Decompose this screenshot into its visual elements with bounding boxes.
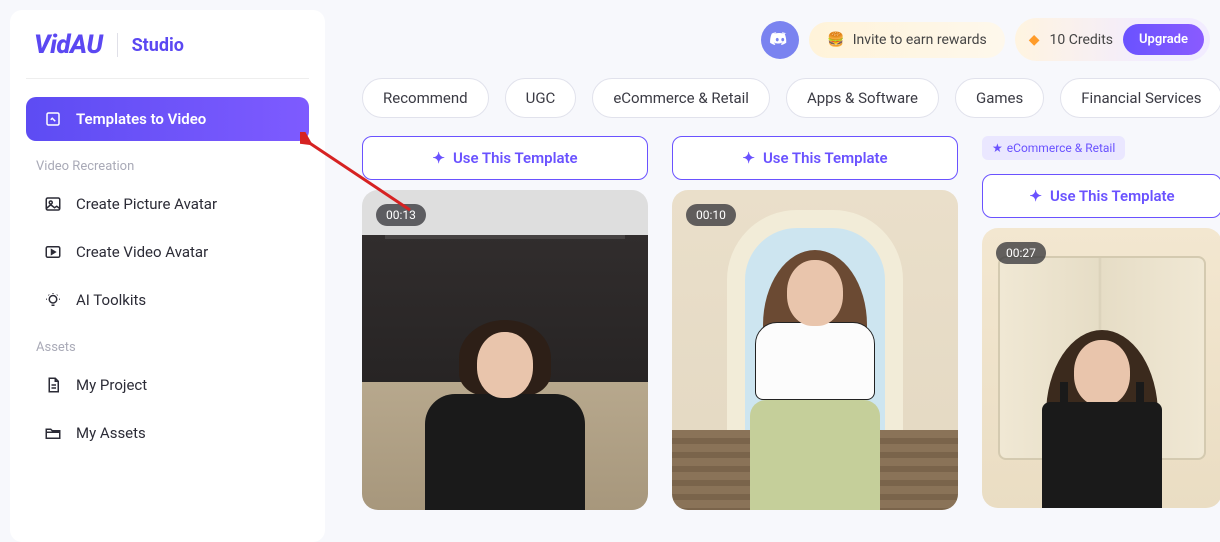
tab-apps-software[interactable]: Apps & Software <box>786 78 939 118</box>
divider <box>117 33 118 57</box>
invite-button[interactable]: 🍔 Invite to earn rewards <box>809 22 1004 58</box>
templates-row: ✦ Use This Template 00:13 ✦ Use This Tem… <box>362 136 1220 510</box>
logo-row[interactable]: VidAU Studio <box>26 30 309 79</box>
nav-label: Templates to Video <box>76 110 206 128</box>
brand-sub: Studio <box>132 35 184 56</box>
video-icon <box>44 243 62 261</box>
nav-label: My Project <box>76 376 147 394</box>
topbar: 🍔 Invite to earn rewards ◆ 10 Credits Up… <box>761 18 1210 61</box>
video-thumbnail[interactable]: 00:13 <box>362 190 648 510</box>
diamond-icon: ◆ <box>1029 32 1040 48</box>
nav-label: AI Toolkits <box>76 291 146 309</box>
discord-button[interactable] <box>761 21 799 59</box>
picture-icon <box>44 195 62 213</box>
credits-pill[interactable]: ◆ 10 Credits Upgrade <box>1015 18 1210 61</box>
category-tabs: Recommend UGC eCommerce & Retail Apps & … <box>362 78 1220 118</box>
category-tag[interactable]: ★ eCommerce & Retail <box>982 136 1125 160</box>
use-template-button[interactable]: ✦ Use This Template <box>982 174 1220 218</box>
credits-label: 10 Credits <box>1050 32 1113 48</box>
use-label: Use This Template <box>763 149 888 167</box>
video-thumbnail[interactable]: 00:10 <box>672 190 958 510</box>
sparkle-icon: ✦ <box>432 149 445 167</box>
nav-label: Create Picture Avatar <box>76 195 217 213</box>
lightbulb-icon <box>44 291 62 309</box>
nav-templates-to-video[interactable]: Templates to Video <box>26 97 309 141</box>
duration-badge: 00:10 <box>686 204 736 226</box>
sparkle-icon: ✦ <box>1029 187 1042 205</box>
discord-icon <box>769 29 791 51</box>
section-video-recreation: Video Recreation <box>26 145 309 182</box>
use-label: Use This Template <box>1050 187 1175 205</box>
upgrade-button[interactable]: Upgrade <box>1123 24 1204 55</box>
nav-create-video-avatar[interactable]: Create Video Avatar <box>26 230 309 274</box>
duration-badge: 00:13 <box>376 204 426 226</box>
file-icon <box>44 376 62 394</box>
tab-ecommerce[interactable]: eCommerce & Retail <box>592 78 770 118</box>
sparkle-icon: ✦ <box>742 149 755 167</box>
video-thumbnail[interactable]: 00:27 <box>982 228 1220 508</box>
template-card-3: ★ eCommerce & Retail ✦ Use This Template… <box>982 136 1220 510</box>
tab-financial[interactable]: Financial Services <box>1060 78 1220 118</box>
use-template-button[interactable]: ✦ Use This Template <box>362 136 648 180</box>
nav-create-picture-avatar[interactable]: Create Picture Avatar <box>26 182 309 226</box>
nav-ai-toolkits[interactable]: AI Toolkits <box>26 278 309 322</box>
main-area: 🍔 Invite to earn rewards ◆ 10 Credits Up… <box>340 0 1220 542</box>
use-template-button[interactable]: ✦ Use This Template <box>672 136 958 180</box>
section-assets: Assets <box>26 326 309 363</box>
use-label: Use This Template <box>453 149 578 167</box>
folder-icon <box>44 424 62 442</box>
nav-my-assets[interactable]: My Assets <box>26 411 309 455</box>
coins-icon: 🍔 <box>827 32 844 48</box>
tab-ugc[interactable]: UGC <box>505 78 577 118</box>
star-icon: ★ <box>992 141 1003 155</box>
tab-games[interactable]: Games <box>955 78 1044 118</box>
brand-logo: VidAU <box>34 30 103 60</box>
invite-label: Invite to earn rewards <box>853 32 987 48</box>
sidebar: VidAU Studio Templates to Video Video Re… <box>10 10 325 542</box>
template-card-1: ✦ Use This Template 00:13 <box>362 136 648 510</box>
nav-my-project[interactable]: My Project <box>26 363 309 407</box>
nav-label: Create Video Avatar <box>76 243 208 261</box>
tab-recommend[interactable]: Recommend <box>362 78 489 118</box>
template-card-2: ✦ Use This Template 00:10 <box>672 136 958 510</box>
tag-label: eCommerce & Retail <box>1007 141 1116 155</box>
nav-label: My Assets <box>76 424 146 442</box>
template-icon <box>44 110 62 128</box>
duration-badge: 00:27 <box>996 242 1046 264</box>
